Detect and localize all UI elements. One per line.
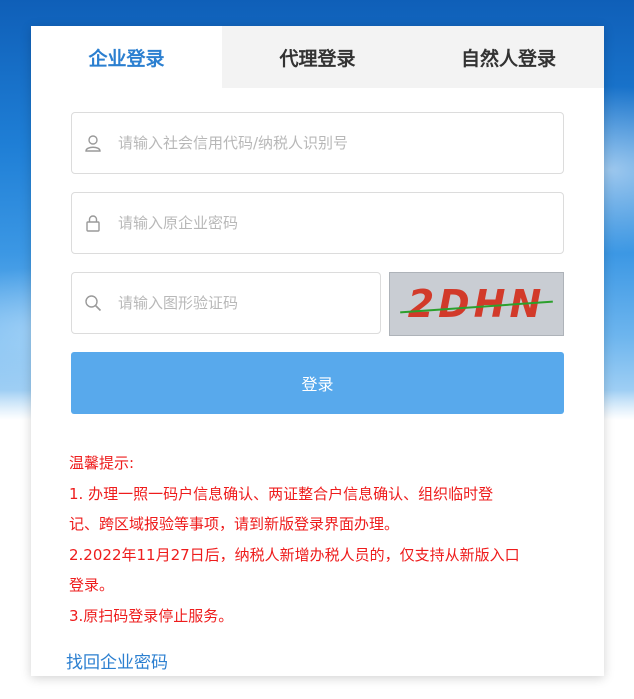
tips-line: 登录。 bbox=[69, 576, 115, 594]
tips-title: 温馨提示: bbox=[69, 454, 135, 472]
tab-agent-login[interactable]: 代理登录 bbox=[222, 26, 413, 88]
login-form: 2DHN 登录 bbox=[31, 88, 604, 414]
tips-line: 3.原扫码登录停止服务。 bbox=[69, 606, 234, 625]
lock-icon bbox=[84, 213, 104, 233]
credit-code-field bbox=[71, 112, 564, 174]
tab-enterprise-login[interactable]: 企业登录 bbox=[31, 26, 222, 88]
tips-line: 2.2022年11月27日后，纳税人新增办税人员的，仅支持从新版入口 bbox=[69, 545, 520, 564]
captcha-field bbox=[71, 272, 381, 334]
credit-code-input[interactable] bbox=[116, 133, 380, 153]
captcha-row: 2DHN bbox=[71, 272, 564, 336]
login-tabs: 企业登录 代理登录 自然人登录 bbox=[31, 26, 604, 88]
forgot-password-link[interactable]: 找回企业密码 bbox=[66, 648, 168, 673]
login-card: 企业登录 代理登录 自然人登录 2DHN bbox=[31, 26, 604, 676]
login-button[interactable]: 登录 bbox=[71, 352, 564, 414]
tab-individual-login[interactable]: 自然人登录 bbox=[413, 26, 604, 88]
user-icon bbox=[84, 133, 104, 153]
tips-line: 1. 办理一照一码户信息确认、两证整合户信息确认、组织临时登 bbox=[69, 484, 494, 503]
captcha-input[interactable] bbox=[116, 293, 380, 313]
search-icon bbox=[84, 293, 104, 313]
tips-section: 温馨提示: 1. 办理一照一码户信息确认、两证整合户信息确认、组织临时登 记、跨… bbox=[31, 414, 604, 631]
captcha-image[interactable]: 2DHN bbox=[389, 272, 564, 336]
tips-line: 记、跨区域报验等事项，请到新版登录界面办理。 bbox=[69, 515, 400, 533]
password-field bbox=[71, 192, 564, 254]
password-input[interactable] bbox=[116, 213, 380, 233]
